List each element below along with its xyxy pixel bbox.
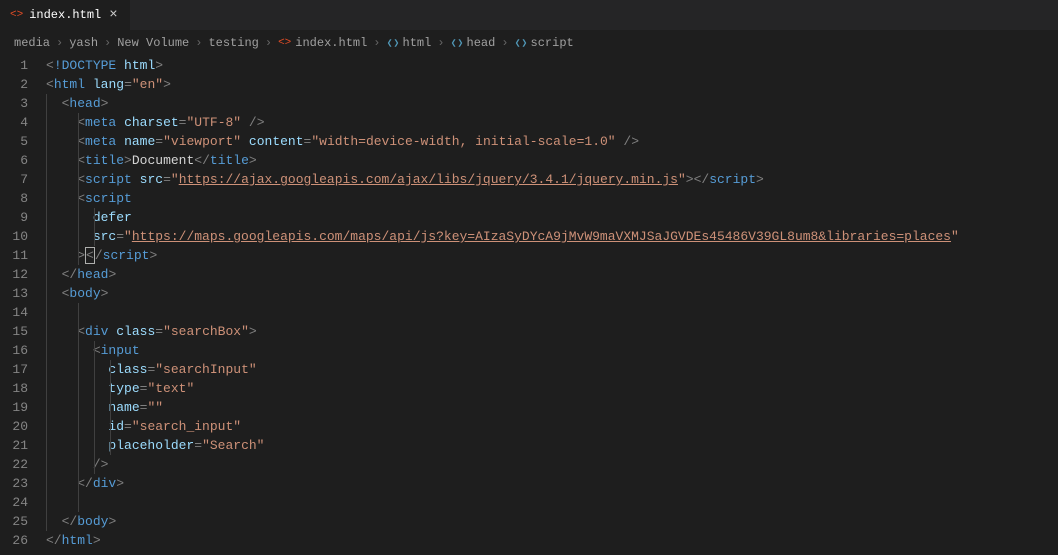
code-line[interactable]: <title>Document</title> [46, 151, 1054, 170]
line-number: 13 [6, 284, 28, 303]
line-number-gutter: 1 2 3 4 5 6 7 8 9 10 11 12 13 14 15 16 1… [0, 56, 46, 550]
code-line[interactable]: placeholder="Search" [46, 436, 1054, 455]
breadcrumb-index-html[interactable]: <>index.html [278, 36, 367, 50]
code-line[interactable]: <meta name="viewport" content="width=dev… [46, 132, 1054, 151]
breadcrumb-media[interactable]: media [14, 36, 50, 50]
symbol-icon [387, 37, 399, 49]
tab-bar: <> index.html × [0, 0, 1058, 30]
code-line[interactable]: /> [46, 455, 1054, 474]
line-number: 22 [6, 455, 28, 474]
line-number: 2 [6, 75, 28, 94]
line-number: 5 [6, 132, 28, 151]
line-number: 18 [6, 379, 28, 398]
line-number: 19 [6, 398, 28, 417]
line-number: 10 [6, 227, 28, 246]
code-line[interactable]: </body> [46, 512, 1054, 531]
code-line[interactable] [46, 303, 1054, 322]
line-number: 6 [6, 151, 28, 170]
code-line[interactable]: <!DOCTYPE html> [46, 56, 1054, 75]
line-number: 3 [6, 94, 28, 113]
breadcrumb-separator: › [437, 36, 444, 50]
code-line[interactable]: name="" [46, 398, 1054, 417]
breadcrumb-separator: › [501, 36, 508, 50]
code-line[interactable]: src="https://maps.googleapis.com/maps/ap… [46, 227, 1054, 246]
breadcrumb-separator: › [373, 36, 380, 50]
breadcrumb-html[interactable]: html [387, 36, 432, 50]
line-number: 4 [6, 113, 28, 132]
line-number: 7 [6, 170, 28, 189]
breadcrumb-head[interactable]: head [451, 36, 496, 50]
html-file-icon: <> [10, 9, 23, 21]
code-line[interactable] [46, 493, 1054, 512]
cursor: < [85, 247, 95, 264]
code-line[interactable]: <div class="searchBox"> [46, 322, 1054, 341]
line-number: 15 [6, 322, 28, 341]
line-number: 1 [6, 56, 28, 75]
line-number: 20 [6, 417, 28, 436]
line-number: 12 [6, 265, 28, 284]
code-line[interactable]: type="text" [46, 379, 1054, 398]
editor[interactable]: 1 2 3 4 5 6 7 8 9 10 11 12 13 14 15 16 1… [0, 56, 1058, 550]
line-number: 21 [6, 436, 28, 455]
code-line[interactable]: <script src="https://ajax.googleapis.com… [46, 170, 1054, 189]
line-number: 23 [6, 474, 28, 493]
line-number: 25 [6, 512, 28, 531]
line-number: 14 [6, 303, 28, 322]
code-line[interactable]: </head> [46, 265, 1054, 284]
code-line[interactable]: defer [46, 208, 1054, 227]
code-line[interactable]: <body> [46, 284, 1054, 303]
line-number: 17 [6, 360, 28, 379]
line-number: 26 [6, 531, 28, 550]
symbol-icon [451, 37, 463, 49]
code-line[interactable]: <head> [46, 94, 1054, 113]
tab-index-html[interactable]: <> index.html × [0, 0, 131, 30]
breadcrumb-script[interactable]: script [515, 36, 574, 50]
line-number: 16 [6, 341, 28, 360]
code-line[interactable]: </html> [46, 531, 1054, 550]
breadcrumb: media › yash › New Volume › testing › <>… [0, 30, 1058, 56]
tab-label: index.html [29, 8, 101, 22]
close-icon[interactable]: × [107, 7, 119, 23]
breadcrumb-separator: › [195, 36, 202, 50]
code-line[interactable]: <meta charset="UTF-8" /> [46, 113, 1054, 132]
breadcrumb-separator: › [265, 36, 272, 50]
html-file-icon: <> [278, 37, 291, 49]
code-line[interactable]: id="search_input" [46, 417, 1054, 436]
code-area[interactable]: <!DOCTYPE html> <html lang="en"> <head> … [46, 56, 1058, 550]
code-line[interactable]: <html lang="en"> [46, 75, 1054, 94]
line-number: 24 [6, 493, 28, 512]
code-line[interactable]: class="searchInput" [46, 360, 1054, 379]
breadcrumb-testing[interactable]: testing [208, 36, 258, 50]
code-line[interactable]: ></script> [46, 246, 1054, 265]
breadcrumb-separator: › [104, 36, 111, 50]
code-line[interactable]: <input [46, 341, 1054, 360]
breadcrumb-separator: › [56, 36, 63, 50]
code-line[interactable]: <script [46, 189, 1054, 208]
line-number: 11 [6, 246, 28, 265]
breadcrumb-new-volume[interactable]: New Volume [117, 36, 189, 50]
line-number: 9 [6, 208, 28, 227]
line-number: 8 [6, 189, 28, 208]
code-line[interactable]: </div> [46, 474, 1054, 493]
breadcrumb-yash[interactable]: yash [69, 36, 98, 50]
symbol-icon [515, 37, 527, 49]
